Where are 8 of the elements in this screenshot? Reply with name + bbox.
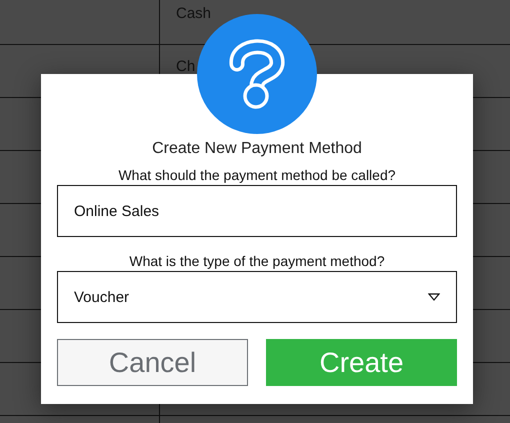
dialog-title: Create New Payment Method — [151, 140, 363, 158]
table-cell: Cash — [176, 6, 212, 21]
name-input-field[interactable]: Online Sales — [57, 185, 457, 237]
caret-icon — [428, 293, 440, 301]
field-label: What should the payment method be called? — [117, 167, 397, 183]
cancel-button[interactable]: Cancel — [57, 339, 248, 386]
field-label: What is the type of the payment method? — [128, 253, 386, 269]
type-select[interactable]: Voucher — [57, 271, 457, 323]
